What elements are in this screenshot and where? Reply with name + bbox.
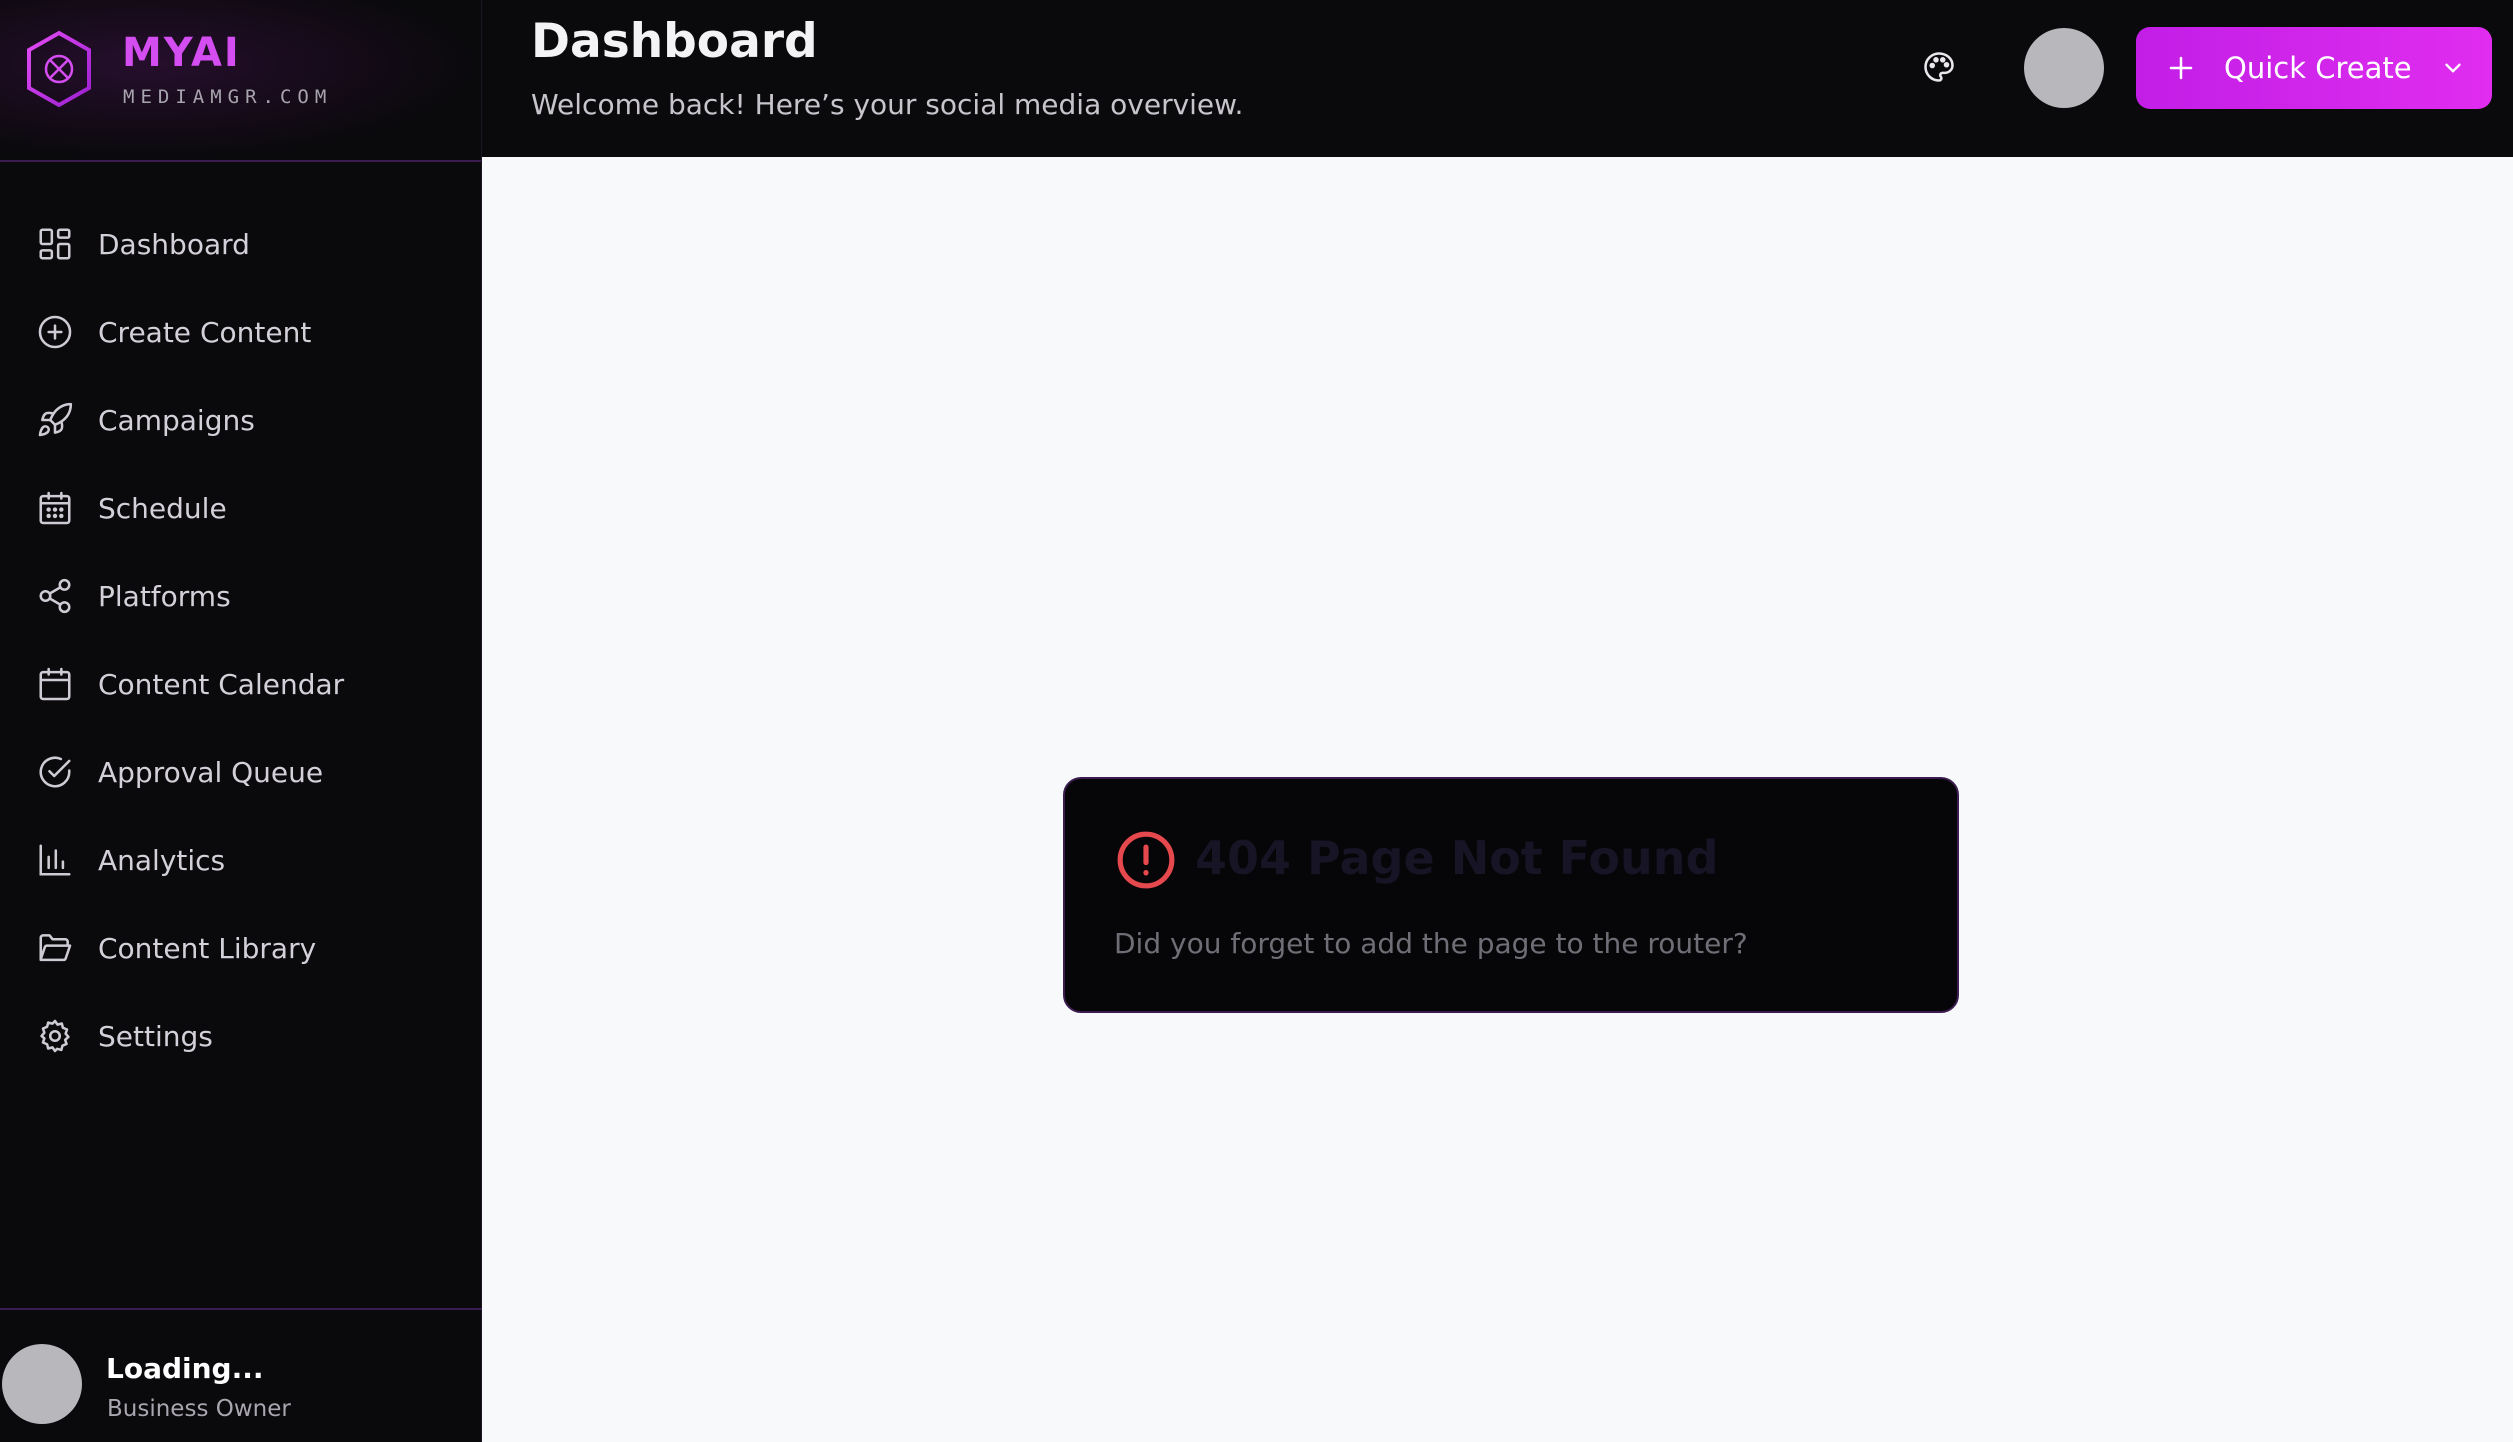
sidebar-item-label: Settings (98, 1019, 213, 1053)
palette-icon (1924, 52, 1954, 82)
plus-icon (2169, 56, 2193, 80)
calendar-dots-icon (39, 491, 71, 525)
header-avatar[interactable] (2024, 28, 2104, 108)
brand-domain: MEDIAMGR.COM (123, 86, 333, 108)
rocket-icon (38, 402, 73, 437)
error-card: 404 Page Not Found Did you forget to add… (1063, 777, 1959, 1013)
sidebar-item-create-content[interactable]: Create Content (0, 288, 482, 376)
user-profile[interactable]: Loading... Business Owner (0, 1308, 482, 1442)
main-content: 404 Page Not Found Did you forget to add… (482, 157, 2513, 1442)
sidebar-item-analytics[interactable]: Analytics (0, 816, 482, 904)
gear-icon (40, 1019, 70, 1053)
sidebar-item-label: Content Calendar (98, 667, 345, 701)
sidebar-item-label: Create Content (98, 315, 312, 349)
sidebar-item-content-library[interactable]: Content Library (0, 904, 482, 992)
sidebar-item-campaigns[interactable]: Campaigns (0, 376, 482, 464)
sidebar-item-label: Approval Queue (98, 755, 324, 789)
sidebar-item-label: Campaigns (98, 403, 255, 437)
grid-icon (39, 228, 71, 260)
sidebar-item-schedule[interactable]: Schedule (0, 464, 482, 552)
sidebar-item-approval-queue[interactable]: Approval Queue (0, 728, 482, 816)
sidebar-nav: Dashboard Create Content Campaigns Sched… (0, 200, 482, 1080)
folder-open-icon (39, 934, 72, 962)
quick-create-button[interactable]: Quick Create (2136, 27, 2492, 109)
user-name: Loading... (106, 1352, 264, 1385)
brand-header: MYAI MEDIAMGR.COM (0, 0, 481, 162)
theme-button[interactable] (1914, 42, 1964, 92)
sidebar-item-platforms[interactable]: Platforms (0, 552, 482, 640)
quick-create-label: Quick Create (2224, 51, 2412, 85)
app-root: MYAI MEDIAMGR.COM Dashboard Create Conte… (0, 0, 2513, 1442)
bar-chart-icon (39, 844, 71, 876)
avatar (2, 1344, 82, 1424)
sidebar-item-label: Schedule (98, 491, 227, 525)
sidebar-item-settings[interactable]: Settings (0, 992, 482, 1080)
error-title: 404 Page Not Found (1195, 831, 1719, 885)
share-icon (39, 578, 71, 614)
sidebar-item-content-calendar[interactable]: Content Calendar (0, 640, 482, 728)
top-header: Dashboard Welcome back! Here’s your soci… (482, 0, 2513, 157)
page-title: Dashboard (531, 14, 818, 69)
check-circle-icon (39, 756, 71, 788)
brand-name: MYAI (122, 30, 241, 76)
page-subtitle: Welcome back! Here’s your social media o… (531, 88, 1244, 121)
sidebar-item-label: Content Library (98, 931, 317, 965)
error-message: Did you forget to add the page to the ro… (1114, 927, 1748, 960)
user-role: Business Owner (107, 1396, 291, 1422)
chevron-down-icon (2444, 63, 2461, 73)
sidebar-item-dashboard[interactable]: Dashboard (0, 200, 482, 288)
alert-circle-icon (1117, 831, 1175, 889)
sidebar-item-label: Platforms (98, 579, 231, 613)
sidebar-item-label: Dashboard (98, 227, 250, 261)
logo-hexagon-icon (27, 30, 91, 108)
sidebar-item-label: Analytics (98, 843, 226, 877)
plus-circle-icon (38, 315, 72, 349)
calendar-icon (39, 667, 71, 701)
sidebar: MYAI MEDIAMGR.COM Dashboard Create Conte… (0, 0, 482, 1442)
